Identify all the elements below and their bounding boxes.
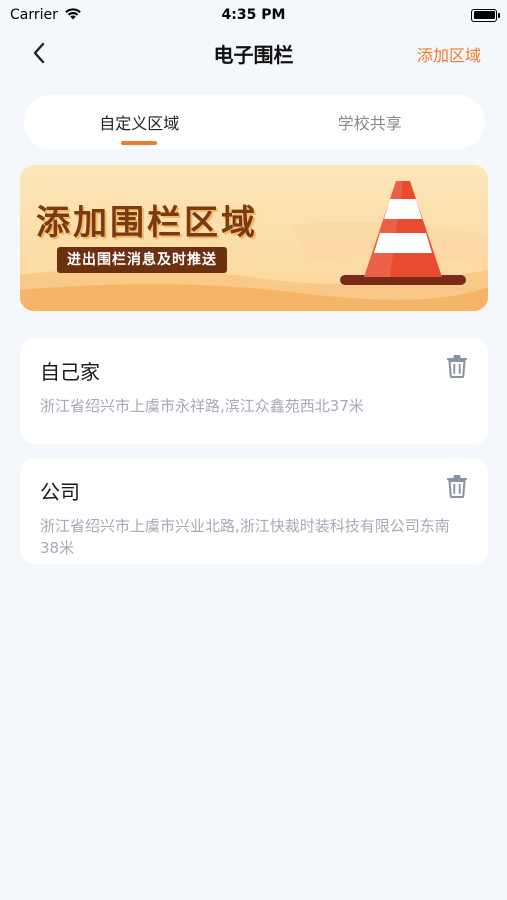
nav-bar: 电子围栏 添加区域 bbox=[0, 30, 507, 76]
tab-custom-area[interactable]: 自定义区域 bbox=[24, 95, 255, 149]
status-time: 4:35 PM bbox=[221, 7, 286, 23]
page-title: 电子围栏 bbox=[213, 42, 294, 67]
add-area-button[interactable]: 添加区域 bbox=[417, 42, 481, 66]
battery-icon bbox=[471, 8, 500, 22]
traffic-cone-icon bbox=[340, 181, 466, 285]
tab-bar: 自定义区域 学校共享 bbox=[24, 95, 485, 149]
fence-name: 公司 bbox=[40, 480, 80, 504]
fence-address: 浙江省绍兴市上虞市永祥路,滨江众鑫苑西北37米 bbox=[40, 397, 364, 415]
fence-card[interactable]: 自己家 浙江省绍兴市上虞市永祥路,滨江众鑫苑西北37米 bbox=[20, 338, 488, 444]
back-button[interactable] bbox=[24, 38, 54, 68]
tab-label: 学校共享 bbox=[337, 114, 402, 133]
fence-card[interactable]: 公司 浙江省绍兴市上虞市兴业北路,浙江快裁时装科技有限公司东南38米 bbox=[20, 458, 488, 564]
tab-school-shared[interactable]: 学校共享 bbox=[255, 95, 486, 149]
fence-name: 自己家 bbox=[40, 360, 100, 384]
banner-title: 添加围栏区域 bbox=[36, 203, 258, 243]
tab-label: 自定义区域 bbox=[99, 114, 180, 133]
fence-address: 浙江省绍兴市上虞市兴业北路,浙江快裁时装科技有限公司东南38米 bbox=[40, 517, 450, 557]
tab-active-indicator bbox=[121, 141, 158, 145]
banner-subtitle: 进出围栏消息及时推送 bbox=[57, 247, 227, 273]
trash-icon[interactable] bbox=[446, 474, 468, 498]
chevron-left-icon bbox=[33, 42, 45, 64]
status-bar: Carrier 4:35 PM bbox=[0, 0, 507, 30]
add-fence-banner[interactable]: 添加围栏区域 进出围栏消息及时推送 bbox=[20, 165, 488, 311]
trash-icon[interactable] bbox=[446, 354, 468, 378]
